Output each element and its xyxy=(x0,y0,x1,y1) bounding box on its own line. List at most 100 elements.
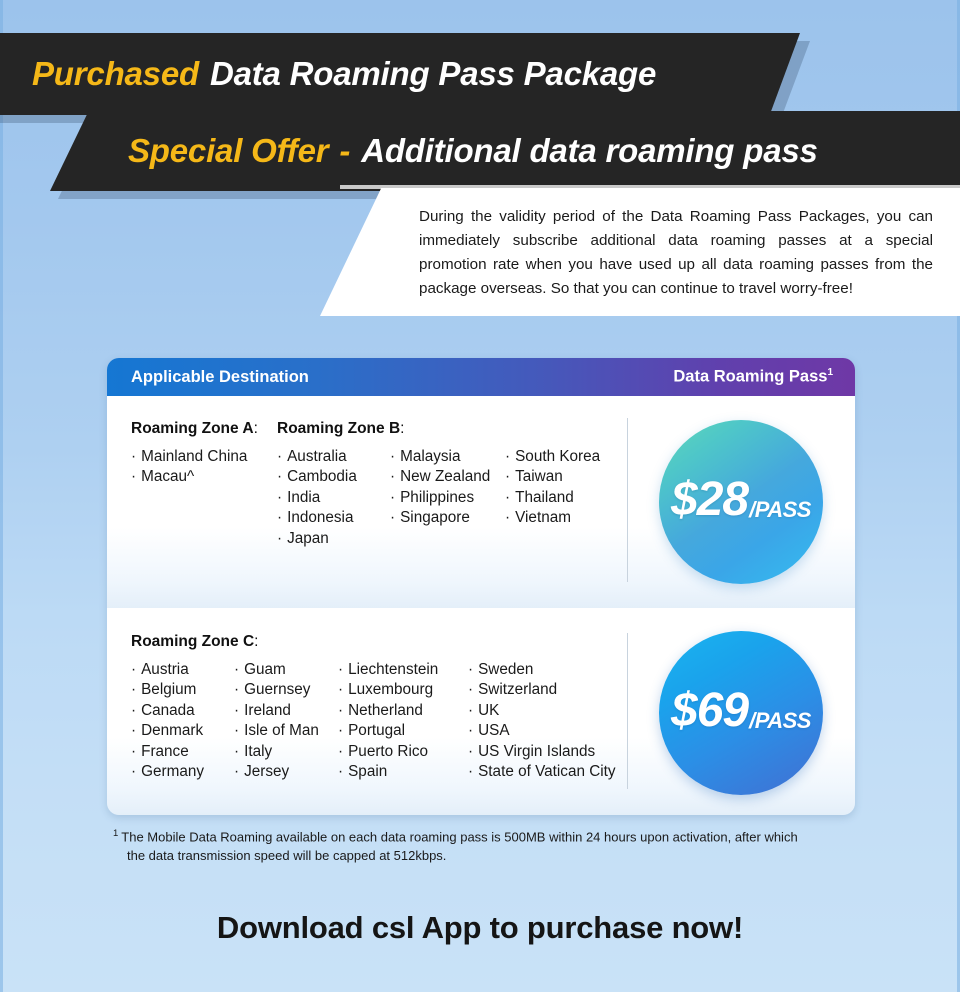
zone-c-column: · Liechtenstein · Luxembourg · Netherland ·… xyxy=(338,660,460,782)
bullet-icon: · xyxy=(234,701,240,719)
intro-description: During the validity period of the Data R… xyxy=(419,208,933,297)
zone-b-block: Roaming Zone B: · Australia · Cambodia · In… xyxy=(277,420,623,549)
country-label: France xyxy=(141,742,189,760)
country-item: · Philippines xyxy=(390,488,497,508)
banner-title-secondary: Special Offer - Additional data roaming … xyxy=(50,111,960,191)
bullet-icon: · xyxy=(338,701,344,719)
bullet-icon: · xyxy=(277,509,283,527)
zone-a-columns: · Mainland China · Macau^ xyxy=(131,447,277,488)
bullet-icon: · xyxy=(468,681,474,699)
country-label: State of Vatican City xyxy=(478,763,616,781)
bullet-icon: · xyxy=(131,448,137,465)
column-header-destination: Applicable Destination xyxy=(131,367,309,386)
bullet-icon: · xyxy=(338,763,344,781)
zone-b-title-text: Roaming Zone B xyxy=(277,420,401,437)
country-label: Sweden xyxy=(478,661,534,678)
country-item: · US Virgin Islands xyxy=(468,742,638,762)
country-label: Japan xyxy=(287,529,329,547)
footnote-line-2: the data transmission speed will be capp… xyxy=(127,848,447,864)
country-label: Isle of Man xyxy=(244,722,319,740)
country-label: US Virgin Islands xyxy=(478,742,596,760)
bullet-icon: · xyxy=(131,681,137,699)
bullet-icon: · xyxy=(131,661,137,678)
bullet-icon: · xyxy=(234,763,240,781)
country-label: Spain xyxy=(348,763,388,781)
country-label: Portugal xyxy=(348,722,406,740)
bullet-icon: · xyxy=(277,468,283,486)
country-item: · Ireland xyxy=(234,701,330,721)
country-label: Macau^ xyxy=(141,468,195,486)
country-label: Taiwan xyxy=(515,468,563,486)
footnote-line-1: 1 The Mobile Data Roaming available on ea… xyxy=(113,824,873,846)
price-inner: $69 /PASS xyxy=(671,687,811,735)
country-label: Malaysia xyxy=(400,448,461,465)
data-roaming-promo-page: { "header": { "banner_one": { "highlight… xyxy=(0,0,960,992)
country-item: · Liechtenstein xyxy=(338,660,460,680)
bullet-icon: · xyxy=(338,742,344,760)
price-bubble-69: $69 /PASS xyxy=(659,631,823,795)
country-item: · Netherland xyxy=(338,701,460,721)
header-banners: Purchased Data Roaming Pass Package Spec… xyxy=(0,0,960,200)
country-label: Guam xyxy=(244,661,286,678)
country-item: · Italy xyxy=(234,742,330,762)
country-item: · Cambodia xyxy=(277,467,382,487)
zone-c-title-text: Roaming Zone C xyxy=(131,633,255,650)
zone-ab-destinations: Roaming Zone A: · Mainland China · Macau^ … xyxy=(107,396,628,608)
bullet-icon: · xyxy=(468,701,474,719)
bullet-icon: · xyxy=(131,701,137,719)
country-label: UK xyxy=(478,701,500,719)
country-label: Switzerland xyxy=(478,681,558,699)
footnote: 1 The Mobile Data Roaming available on ea… xyxy=(113,824,873,865)
zone-a-column: · Mainland China · Macau^ xyxy=(131,447,247,488)
price-amount: $28 xyxy=(671,473,749,526)
zone-b-column: · Malaysia · New Zealand · Philippines · Sin… xyxy=(390,447,497,549)
country-item: · Puerto Rico xyxy=(338,742,460,762)
bullet-icon: · xyxy=(390,468,396,486)
country-item: · Indonesia xyxy=(277,508,382,528)
country-label: Indonesia xyxy=(287,509,354,527)
banner-two-rest: Additional data roaming pass xyxy=(361,132,818,169)
price-bubble-28: $28 /PASS xyxy=(659,420,823,584)
country-item: · Mainland China xyxy=(131,447,247,467)
banner-title-primary: Purchased Data Roaming Pass Package xyxy=(0,33,800,115)
country-item: · India xyxy=(277,488,382,508)
zone-c-block: Roaming Zone C: · Austria · Belgium · Canad… xyxy=(131,633,646,782)
zone-a-title: Roaming Zone A: xyxy=(131,420,277,438)
country-label: Belgium xyxy=(141,681,197,699)
price-unit: /PASS xyxy=(749,497,811,522)
bullet-icon: · xyxy=(338,681,344,699)
bullet-icon: · xyxy=(390,448,396,465)
zone-c-destinations: Roaming Zone C: · Austria · Belgium · Canad… xyxy=(107,611,628,815)
country-item: · Isle of Man xyxy=(234,721,330,741)
bullet-icon: · xyxy=(468,742,474,760)
banner-one-highlight: Purchased xyxy=(32,55,199,92)
country-item: · Vietnam xyxy=(505,508,615,528)
country-item: · State of Vatican City xyxy=(468,762,638,782)
country-label: USA xyxy=(478,722,510,740)
country-label: Denmark xyxy=(141,722,204,740)
country-label: Austria xyxy=(141,661,189,678)
country-label: Mainland China xyxy=(141,448,248,465)
bullet-icon: · xyxy=(390,509,396,527)
zone-c-column: · Austria · Belgium · Canada · Denmark · Fran… xyxy=(131,660,226,782)
zone-b-columns: · Australia · Cambodia · India · Indonesia ·… xyxy=(277,447,623,549)
bullet-icon: · xyxy=(277,488,283,506)
bullet-icon: · xyxy=(468,722,474,740)
country-item: · Australia xyxy=(277,447,382,467)
country-label: Singapore xyxy=(400,509,470,527)
country-label: Puerto Rico xyxy=(348,742,429,760)
country-label: South Korea xyxy=(515,448,601,465)
zone-c-title: Roaming Zone C: xyxy=(131,633,646,651)
bullet-icon: · xyxy=(505,488,511,506)
banner-two-dash: - xyxy=(339,132,351,169)
bullet-icon: · xyxy=(234,742,240,760)
bullet-icon: · xyxy=(468,763,474,781)
country-label: New Zealand xyxy=(400,468,491,486)
footnote-line-1-text: The Mobile Data Roaming available on eac… xyxy=(121,829,798,845)
row-vertical-divider xyxy=(627,418,628,582)
country-label: Ireland xyxy=(244,701,291,719)
country-item: · Singapore xyxy=(390,508,497,528)
country-label: Germany xyxy=(141,763,205,781)
country-item: · Thailand xyxy=(505,488,615,508)
country-item: · France xyxy=(131,742,226,762)
